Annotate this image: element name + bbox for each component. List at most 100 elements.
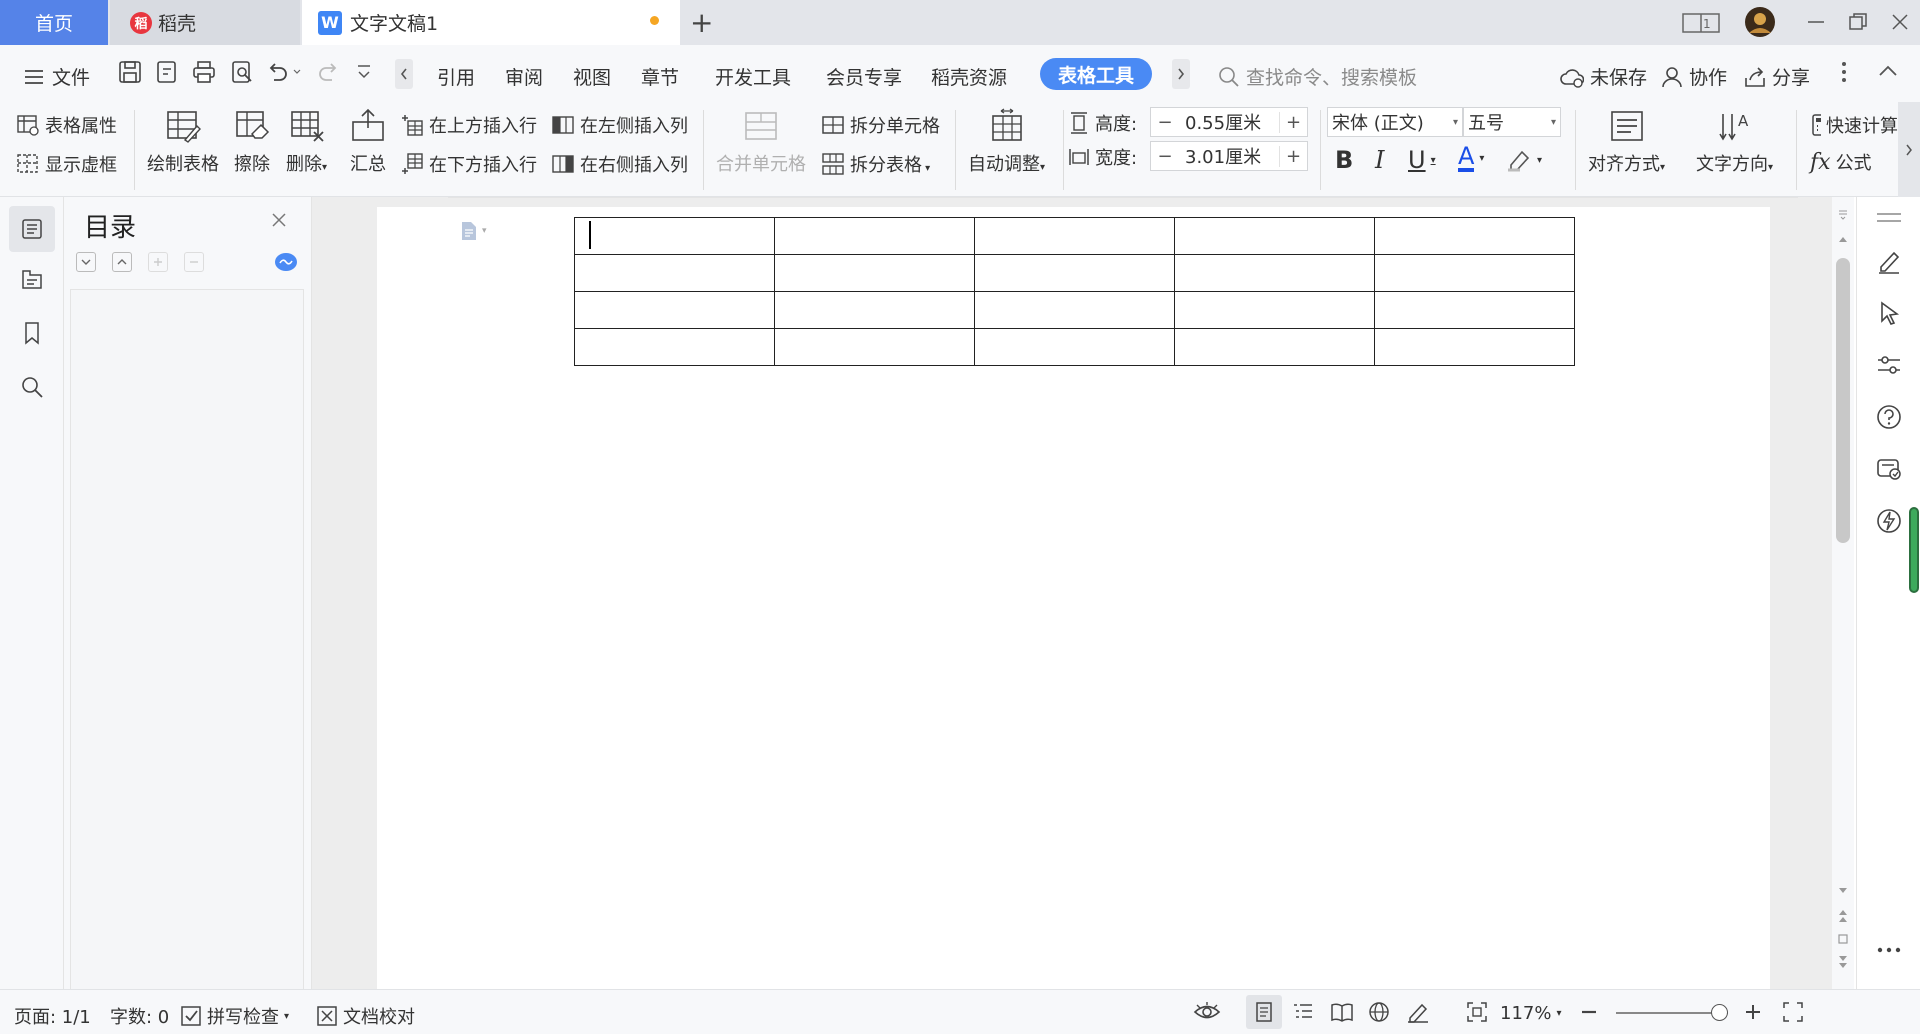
print-icon[interactable]: [192, 60, 216, 84]
col-width-stepper[interactable]: − 3.01厘米 +: [1150, 141, 1308, 171]
promote-heading-icon[interactable]: [148, 252, 168, 272]
table-cell[interactable]: [974, 254, 1175, 292]
text-direction-button[interactable]: A 文字方向▾: [1696, 108, 1773, 176]
table-cell[interactable]: [974, 291, 1175, 329]
merge-cells-button[interactable]: 合并单元格: [716, 108, 806, 176]
menu-item-view[interactable]: 视图: [573, 63, 611, 90]
insert-col-right-button[interactable]: 在右侧插入列: [551, 151, 688, 177]
close-icon[interactable]: [270, 211, 288, 229]
bookmark-nav-icon[interactable]: [14, 315, 50, 351]
table-cell[interactable]: [1374, 291, 1575, 329]
word-count[interactable]: 字数: 0: [110, 1003, 169, 1029]
delete-button[interactable]: 删除▾: [286, 108, 327, 176]
spell-check-button[interactable]: 拼写检查 ▾: [180, 1003, 289, 1029]
table-cell[interactable]: [974, 328, 1175, 366]
sidebar-menu-icon[interactable]: [1875, 211, 1903, 225]
toc-nav-icon[interactable]: [9, 206, 55, 252]
next-page-icon[interactable]: [1838, 955, 1848, 969]
font-color-button[interactable]: A ▾: [1458, 144, 1484, 172]
table-cell[interactable]: [774, 217, 975, 255]
scroll-down-icon[interactable]: [1838, 887, 1848, 895]
menu-item-member[interactable]: 会员专享: [826, 63, 902, 90]
insert-row-below-button[interactable]: 在下方插入行: [402, 151, 537, 177]
demote-heading-icon[interactable]: [184, 252, 204, 272]
help-icon[interactable]: [1875, 403, 1903, 431]
font-name-select[interactable]: 宋体 (正文) ▾: [1327, 107, 1463, 137]
tab-table-tools[interactable]: 表格工具: [1040, 58, 1152, 90]
scroll-up-icon[interactable]: [1838, 235, 1848, 243]
document-table[interactable]: [574, 217, 1575, 366]
table-cell[interactable]: [1174, 328, 1375, 366]
table-cell[interactable]: [974, 217, 1175, 255]
scroll-tabs-right-icon[interactable]: [1172, 59, 1190, 89]
search-nav-icon[interactable]: [14, 369, 50, 405]
web-view-icon[interactable]: [1368, 1001, 1390, 1023]
previous-page-icon[interactable]: [1838, 909, 1848, 923]
insert-col-left-button[interactable]: 在左侧插入列: [551, 112, 688, 138]
font-size-select[interactable]: 五号 ▾: [1463, 107, 1561, 137]
outline-view-icon[interactable]: [1292, 1001, 1314, 1023]
scroll-tabs-left-icon[interactable]: [395, 59, 413, 89]
table-cell[interactable]: [1174, 291, 1375, 329]
new-tab-button[interactable]: +: [690, 6, 713, 39]
menu-item-daoke-resources[interactable]: 稻壳资源: [931, 63, 1007, 90]
height-increase-button[interactable]: +: [1279, 111, 1307, 133]
formula-button[interactable]: fx 公式: [1810, 149, 1872, 175]
page-indicator[interactable]: 页面: 1/1: [14, 1003, 91, 1029]
more-icon[interactable]: [1875, 945, 1903, 955]
avatar[interactable]: [1744, 6, 1776, 38]
table-cell[interactable]: [1374, 328, 1575, 366]
split-cells-button[interactable]: 拆分单元格: [821, 112, 940, 138]
proofread-button[interactable]: 文档校对: [316, 1003, 415, 1029]
ribbon-scroll-right-icon[interactable]: [1898, 102, 1920, 197]
more-options-icon[interactable]: [1840, 59, 1848, 85]
fullscreen-icon[interactable]: [1782, 1001, 1804, 1023]
chapter-nav-icon[interactable]: [14, 261, 50, 297]
collaborate-button[interactable]: 协作: [1661, 63, 1727, 90]
scrollbar-thumb[interactable]: [1836, 258, 1850, 543]
file-menu[interactable]: 文件: [24, 63, 90, 90]
zoom-out-icon[interactable]: [1580, 1003, 1598, 1021]
expand-all-icon[interactable]: [76, 252, 96, 272]
width-increase-button[interactable]: +: [1279, 145, 1307, 167]
bold-button[interactable]: B: [1335, 146, 1353, 174]
height-value[interactable]: 0.55厘米: [1179, 109, 1279, 135]
settings-sliders-icon[interactable]: [1875, 351, 1903, 379]
fit-page-icon[interactable]: [1466, 1001, 1488, 1023]
share-button[interactable]: 分享: [1744, 63, 1810, 90]
quick-calc-button[interactable]: 快速计算: [1810, 112, 1898, 138]
show-gridlines-button[interactable]: 显示虚框: [16, 151, 117, 177]
table-cell[interactable]: [774, 254, 975, 292]
menu-item-chapter[interactable]: 章节: [641, 63, 679, 90]
minimize-icon[interactable]: [1806, 12, 1826, 32]
table-cell[interactable]: [574, 291, 775, 329]
zoom-slider-thumb[interactable]: [1711, 1004, 1728, 1021]
menu-item-references[interactable]: 引用: [437, 63, 475, 90]
height-decrease-button[interactable]: −: [1151, 112, 1179, 133]
quick-access-dropdown-icon[interactable]: [356, 62, 372, 82]
redo-icon[interactable]: [316, 60, 340, 84]
select-pointer-icon[interactable]: [1875, 299, 1903, 327]
backup-icon[interactable]: [1875, 455, 1903, 483]
table-cell[interactable]: [574, 217, 775, 255]
auto-fit-button[interactable]: 自动调整▾: [968, 108, 1045, 176]
table-cell[interactable]: [1174, 217, 1375, 255]
select-browse-object-icon[interactable]: [1838, 934, 1848, 944]
undo-icon[interactable]: [266, 60, 302, 84]
smart-toc-icon[interactable]: [274, 252, 298, 272]
menu-item-review[interactable]: 审阅: [505, 63, 543, 90]
edit-pen-icon[interactable]: [1875, 247, 1903, 275]
print-preview-icon[interactable]: [230, 60, 254, 84]
summarize-button[interactable]: 汇总: [350, 108, 386, 176]
width-decrease-button[interactable]: −: [1151, 146, 1179, 167]
insert-row-above-button[interactable]: 在上方插入行: [402, 112, 537, 138]
document-page[interactable]: ▾: [377, 207, 1770, 989]
tab-daoke[interactable]: 稻 稻壳: [110, 0, 300, 45]
eye-protection-icon[interactable]: [1193, 1001, 1221, 1023]
zoom-in-icon[interactable]: [1744, 1003, 1762, 1021]
table-cell[interactable]: [574, 254, 775, 292]
restore-icon[interactable]: [1848, 12, 1868, 32]
lightning-icon[interactable]: [1875, 507, 1903, 535]
draw-table-button[interactable]: 绘制表格: [147, 108, 219, 176]
command-search[interactable]: 查找命令、搜索模板: [1218, 63, 1417, 90]
